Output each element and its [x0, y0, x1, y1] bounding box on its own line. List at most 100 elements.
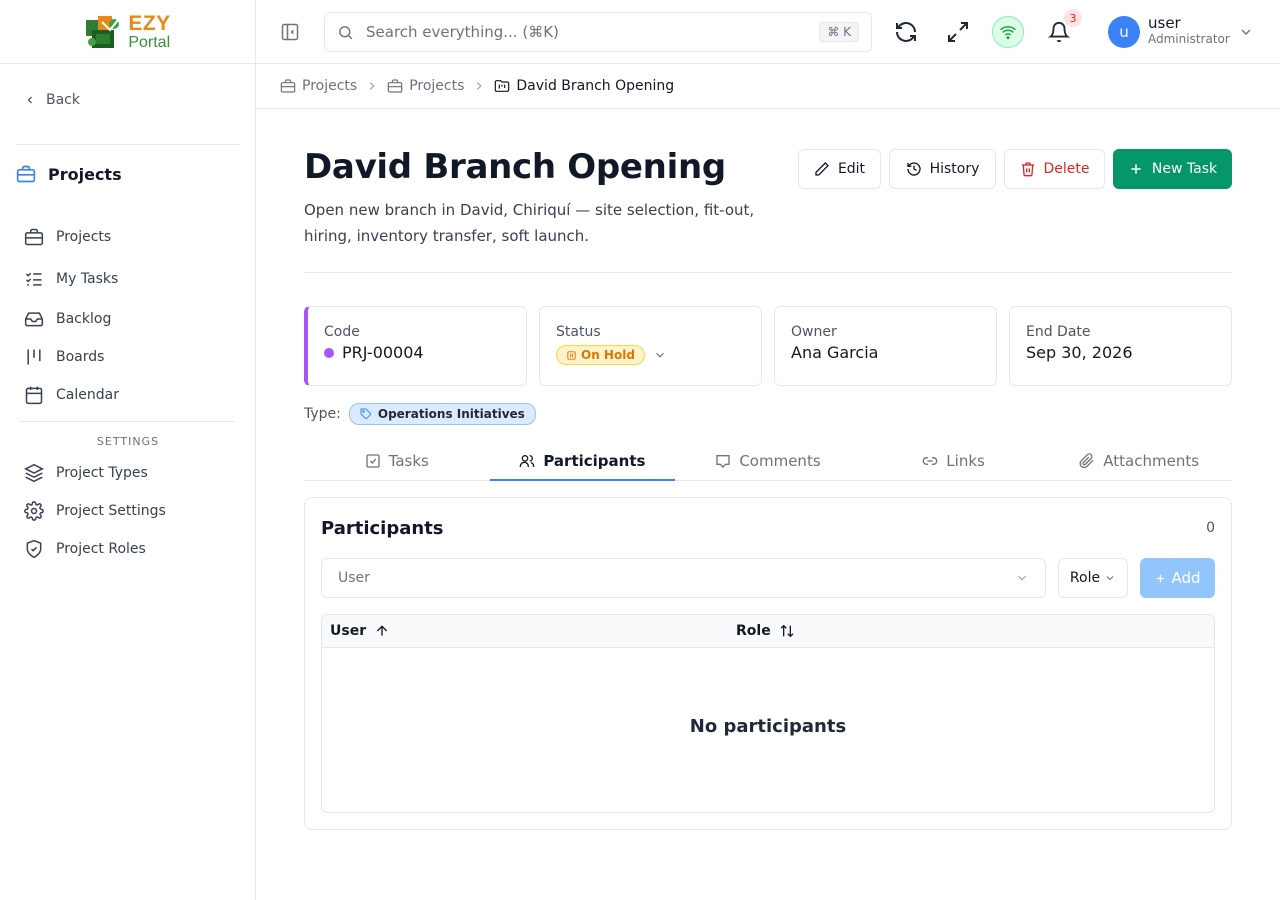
chevron-right-icon	[477, 82, 482, 90]
user-menu[interactable]: user Administrator	[1148, 14, 1230, 46]
chevron-down-icon	[656, 352, 664, 358]
user-select[interactable]: User	[321, 558, 1046, 598]
user-select-placeholder: User	[338, 570, 370, 586]
sidebar-item-label: Project Types	[56, 465, 148, 481]
search-input[interactable]	[366, 23, 808, 41]
shield-check-icon	[26, 539, 42, 559]
folder-kanban-icon	[495, 80, 510, 92]
owner-value: Ana Garcia	[791, 343, 879, 362]
table-header: User Role	[322, 615, 1214, 648]
column-header-role[interactable]: Role	[736, 623, 795, 639]
breadcrumb-item[interactable]: Projects	[280, 78, 357, 94]
type-label: Type:	[304, 406, 341, 422]
sidebar-item-label: Calendar	[56, 387, 119, 403]
sidebar-item-backlog[interactable]: Backlog	[24, 309, 111, 329]
code-value: PRJ-00004	[342, 343, 424, 362]
wifi-icon	[1000, 26, 1016, 40]
avatar[interactable]: u	[1108, 16, 1140, 48]
new-task-button[interactable]: New Task	[1113, 149, 1232, 189]
participants-count: 0	[1206, 520, 1215, 536]
breadcrumb-item[interactable]: Projects	[387, 78, 464, 94]
status-value: On Hold	[581, 348, 635, 362]
sidebar-toggle-icon[interactable]	[280, 22, 300, 42]
user-role: Administrator	[1148, 32, 1230, 46]
paperclip-icon	[1079, 453, 1094, 469]
column-header-user[interactable]: User	[330, 623, 390, 639]
chevron-down-icon	[1018, 575, 1026, 581]
edit-label: Edit	[837, 161, 866, 177]
participants-title: Participants	[321, 518, 444, 539]
tab-comments[interactable]: Comments	[675, 442, 861, 480]
breadcrumb-label: Projects	[409, 78, 465, 94]
comment-icon	[716, 455, 730, 468]
logo[interactable]: EZY Portal	[0, 0, 255, 64]
search-icon	[339, 25, 353, 39]
trash-icon	[1021, 162, 1034, 177]
owner-card: Owner Ana Garcia	[774, 306, 997, 386]
users-icon	[520, 455, 535, 467]
briefcase-icon	[280, 79, 296, 93]
breadcrumb: Projects Projects David Branch Opening	[256, 64, 1280, 109]
delete-button[interactable]: Delete	[1004, 149, 1105, 189]
connection-status[interactable]	[992, 16, 1024, 48]
sidebar-item-calendar[interactable]: Calendar	[24, 385, 119, 405]
sidebar-item-project-roles[interactable]: Project Roles	[24, 539, 146, 559]
owner-label: Owner	[791, 324, 837, 340]
role-select[interactable]: Role	[1058, 558, 1128, 598]
project-description: Open new branch in David, Chiriquí — sit…	[304, 201, 755, 245]
sidebar-item-project-types[interactable]: Project Types	[24, 463, 148, 483]
end-date-value: Sep 30, 2026	[1026, 343, 1133, 362]
main-content: David Branch Opening Open new branch in …	[256, 109, 1280, 900]
list-checks-icon	[25, 272, 42, 286]
tab-tasks[interactable]: Tasks	[304, 442, 490, 480]
sidebar-item-label: Project Roles	[56, 541, 146, 557]
tab-participants[interactable]: Participants	[489, 442, 676, 481]
sidebar-item-projects[interactable]: Projects	[24, 227, 111, 247]
plus-icon	[1157, 574, 1165, 582]
tab-attachments[interactable]: Attachments	[1046, 442, 1232, 480]
code-card: Code PRJ-00004	[304, 306, 527, 386]
chevron-down-icon[interactable]	[1238, 24, 1254, 40]
status-dropdown[interactable]: On Hold	[556, 345, 745, 365]
history-label: History	[929, 161, 980, 177]
end-date-label: End Date	[1026, 324, 1091, 340]
tab-links[interactable]: Links	[861, 442, 1047, 480]
tab-label: Participants	[543, 452, 646, 470]
add-label: Add	[1171, 569, 1201, 587]
sidebar-item-project-settings[interactable]: Project Settings	[24, 501, 166, 521]
layers-icon	[24, 463, 44, 483]
breadcrumb-item-current: David Branch Opening	[494, 78, 674, 94]
user-name: user	[1148, 14, 1181, 32]
sidebar-item-boards[interactable]: Boards	[24, 347, 104, 367]
column-label: Role	[736, 623, 771, 639]
pencil-icon	[815, 162, 829, 176]
add-participant-button[interactable]: Add	[1140, 558, 1215, 598]
sidebar-divider	[20, 421, 235, 422]
search-shortcut: ⌘ K	[819, 22, 859, 42]
logo-icon	[86, 15, 120, 48]
refresh-icon[interactable]	[894, 20, 918, 44]
pause-icon	[567, 350, 576, 360]
tab-label: Tasks	[388, 452, 429, 470]
logo-text-primary: EZY	[128, 11, 171, 35]
back-link[interactable]: Back	[24, 92, 80, 108]
project-tabs: Tasks Participants Comments Links Attach…	[304, 442, 1232, 481]
history-button[interactable]: History	[889, 149, 996, 189]
settings-heading: SETTINGS	[96, 435, 160, 448]
role-select-label: Role	[1069, 570, 1101, 586]
kanban-icon	[27, 349, 41, 365]
participants-table: User Role No participants	[321, 614, 1215, 813]
chevron-right-icon	[370, 82, 375, 90]
fullscreen-icon[interactable]	[946, 20, 970, 44]
sidebar-section-title: Projects	[48, 164, 122, 184]
chevron-left-icon	[27, 96, 32, 104]
edit-button[interactable]: Edit	[798, 149, 881, 189]
sidebar-item-label: Project Settings	[56, 503, 166, 519]
code-label: Code	[324, 324, 360, 340]
search-bar[interactable]: ⌘ K	[324, 12, 872, 52]
sidebar-item-label: My Tasks	[56, 271, 119, 287]
sidebar-item-my-tasks[interactable]: My Tasks	[24, 269, 118, 289]
sidebar-section-projects: Projects	[16, 164, 122, 184]
back-label: Back	[46, 92, 80, 108]
status-card: Status On Hold	[539, 306, 762, 386]
